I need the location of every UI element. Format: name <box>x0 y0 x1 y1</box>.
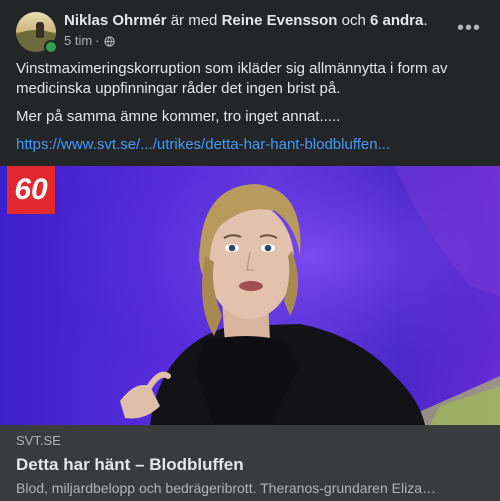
more-options-icon[interactable]: ••• <box>454 17 484 39</box>
online-status-dot <box>44 40 58 54</box>
tagged-person[interactable]: Reine Evensson <box>222 12 338 29</box>
author-name[interactable]: Niklas Ohrmér <box>64 12 167 29</box>
link-title[interactable]: Detta har hänt – Blodbluffen <box>16 455 244 475</box>
meta-separator: · <box>95 33 100 48</box>
link-source: SVT.SE <box>16 433 61 448</box>
link-preview-image[interactable] <box>0 166 500 425</box>
post-time[interactable]: 5 tim <box>64 33 92 49</box>
post-meta: 5 tim · <box>64 33 115 49</box>
globe-icon[interactable] <box>103 35 115 47</box>
post-link[interactable]: https://www.svt.se/.../utrikes/detta-har… <box>16 135 484 155</box>
period: . <box>423 12 428 29</box>
facebook-post: Niklas Ohrmér är med Reine Evensson och … <box>0 0 500 501</box>
author-line: Niklas Ohrmér är med Reine Evensson och … <box>64 11 428 30</box>
post-paragraph-1: Vinstmaximeringskorruption som ikläder s… <box>16 60 448 97</box>
preview-photo <box>0 166 500 425</box>
post-header: Niklas Ohrmér är med Reine Evensson och … <box>0 0 500 60</box>
and-text: och <box>341 12 366 29</box>
post-text: Vinstmaximeringskorruption som ikläder s… <box>16 59 484 155</box>
link-description: Blod, miljardbelopp och bedrägeribrott. … <box>16 480 436 496</box>
avatar-figure <box>36 22 44 38</box>
link-card[interactable]: SVT.SE Detta har hänt – Blodbluffen Blod… <box>0 425 500 501</box>
post-paragraph-2: Mer på samma ämne kommer, tro inget anna… <box>16 108 341 125</box>
svt-60-badge: 60 <box>7 166 55 214</box>
others-link[interactable]: 6 andra <box>370 12 423 29</box>
with-text: är med <box>170 12 218 29</box>
